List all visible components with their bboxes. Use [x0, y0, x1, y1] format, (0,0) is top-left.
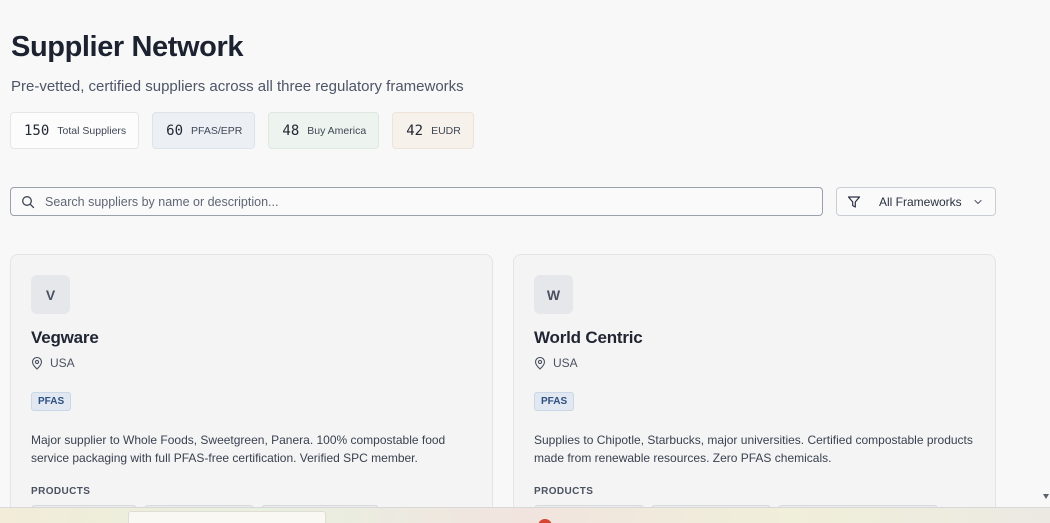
framework-badge: PFAS	[31, 392, 72, 411]
stat-label: EUDR	[431, 124, 461, 137]
stats-row: 150 Total Suppliers 60 PFAS/EPR 48 Buy A…	[10, 112, 474, 149]
stat-value: 48	[282, 122, 300, 139]
search-input[interactable]	[45, 194, 822, 209]
supplier-description: Supplies to Chipotle, Starbucks, major u…	[534, 433, 973, 465]
supplier-name: Vegware	[31, 328, 99, 347]
supplier-name: World Centric	[534, 328, 643, 347]
search-icon	[21, 195, 35, 209]
search-bar[interactable]	[10, 187, 823, 216]
stat-label: Buy America	[307, 124, 367, 137]
page-title: Supplier Network	[11, 31, 244, 63]
stat-eudr[interactable]: 42 EUDR	[392, 112, 474, 149]
map-pin-icon	[534, 356, 546, 370]
supplier-location: USA	[534, 356, 578, 370]
stat-buy-america[interactable]: 48 Buy America	[268, 112, 380, 149]
framework-badge: PFAS	[534, 392, 575, 411]
avatar: W	[534, 275, 573, 314]
supplier-location: USA	[31, 356, 75, 370]
supplier-card[interactable]: W World Centric USA PFAS Supplies to Chi…	[513, 254, 996, 523]
framework-filter-select[interactable]: All Frameworks	[836, 187, 996, 216]
filter-selected-value: All Frameworks	[879, 194, 962, 209]
scroll-down-arrow-icon[interactable]	[1043, 494, 1049, 499]
stat-value: 42	[406, 122, 424, 139]
location-label: USA	[553, 356, 578, 370]
filter-icon	[847, 195, 861, 209]
location-label: USA	[50, 356, 75, 370]
supplier-network-page: Supplier Network Pre-vetted, certified s…	[0, 0, 1050, 523]
stat-value: 150	[24, 122, 50, 139]
page-subtitle: Pre-vetted, certified suppliers across a…	[11, 78, 464, 95]
stat-total-suppliers[interactable]: 150 Total Suppliers	[10, 112, 140, 149]
stat-label: PFAS/EPR	[191, 124, 243, 137]
map-pin-icon	[31, 356, 43, 370]
products-heading: PRODUCTS	[31, 486, 91, 497]
chevron-down-icon	[972, 196, 984, 208]
supplier-card[interactable]: V Vegware USA PFAS Major supplier to Who…	[10, 254, 493, 523]
stat-value: 60	[166, 122, 184, 139]
stat-label: Total Suppliers	[57, 124, 127, 137]
products-heading: PRODUCTS	[534, 486, 594, 497]
status-dot-icon	[538, 519, 552, 523]
stat-pfas-epr[interactable]: 60 PFAS/EPR	[152, 112, 256, 149]
bottom-tab	[128, 511, 326, 523]
bottom-window-strip	[0, 507, 1050, 523]
avatar: V	[31, 275, 70, 314]
supplier-description: Major supplier to Whole Foods, Sweetgree…	[31, 433, 446, 465]
